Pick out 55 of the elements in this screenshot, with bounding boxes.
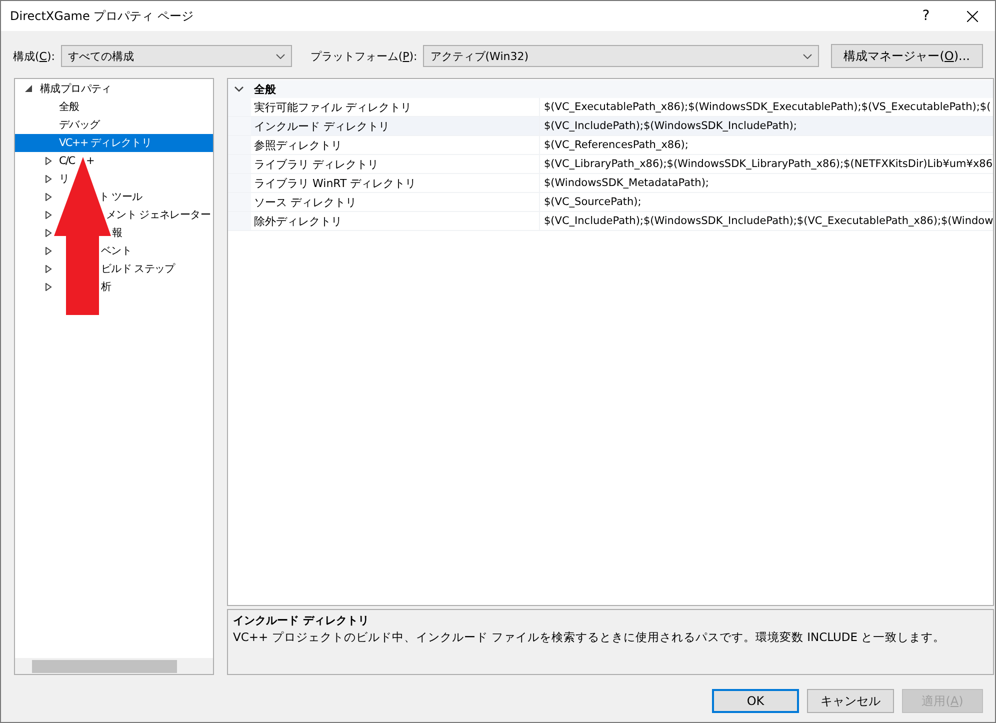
description-text: VC++ プロジェクトのビルド中、インクルード ファイルを検索するときに使用されるパスです。環境変数 INCLUDE と一致します。: [233, 630, 946, 645]
collapsed-triangle-icon[interactable]: [45, 211, 52, 219]
property-value[interactable]: $(VC_IncludePath);$(WindowsSDK_IncludePath);: [539, 117, 994, 135]
configuration-dropdown[interactable]: すべての構成: [60, 45, 292, 67]
chevron-icon[interactable]: [234, 86, 244, 92]
close-icon: [966, 10, 978, 22]
property-value[interactable]: $(VC_LibraryPath_x86);$(WindowsSDK_LibraryPath_x86);$(NETFXKitsDir)Lib¥um¥x86: [539, 155, 994, 173]
tree-item[interactable]: C/C +: [15, 152, 213, 170]
category-label: 全般: [254, 82, 276, 96]
tree-item-text: 構成プロパティ: [40, 82, 112, 96]
collapsed-triangle-icon[interactable]: [45, 229, 52, 237]
collapsed-triangle-icon[interactable]: [45, 265, 52, 273]
collapsed-triangle-icon[interactable]: [45, 175, 52, 183]
configuration-label: 構成(C):: [13, 48, 55, 64]
tree-item-text: ビルド ステップ: [101, 262, 175, 276]
dropdown-caret-icon: [276, 54, 286, 58]
tree-item-text: VC++ ディレクトリ: [59, 136, 152, 150]
tree-item[interactable]: リ: [15, 170, 213, 188]
dialog-button[interactable]: キャンセル: [807, 689, 894, 713]
property-name[interactable]: インクルード ディレクトリ: [251, 117, 539, 135]
category-row[interactable]: 全般: [228, 80, 994, 98]
tree-item-text: ト ツール: [99, 190, 142, 204]
platform-dropdown[interactable]: アクティブ(Win32): [423, 45, 819, 67]
tree-item[interactable]: 構成プロパティ: [15, 80, 213, 98]
tree-item-text: メント ジェネレーター: [106, 208, 211, 222]
expanded-triangle-icon[interactable]: [25, 85, 32, 93]
tree-item[interactable]: VC++ ディレクトリ: [15, 134, 213, 152]
tree-item-text: +: [86, 155, 94, 167]
tree-item-text: 報: [112, 226, 122, 240]
horizontal-scrollbar[interactable]: [15, 658, 213, 674]
dropdown-caret-icon: [802, 54, 812, 58]
tree-item[interactable]: 全般: [15, 98, 213, 116]
platform-label: プラットフォーム(P):: [310, 48, 418, 64]
tree-item[interactable]: ベント: [15, 242, 213, 260]
property-value[interactable]: $(VC_IncludePath);$(WindowsSDK_IncludePath);$(VC_ExecutablePath_x86);$(Window: [539, 212, 994, 230]
tree-item-text: 全般: [59, 100, 80, 114]
collapsed-triangle-icon[interactable]: [45, 157, 52, 165]
dialog-button[interactable]: OK: [712, 689, 799, 713]
tree-item[interactable]: 報: [15, 224, 213, 242]
collapsed-triangle-icon[interactable]: [45, 283, 52, 291]
collapsed-triangle-icon[interactable]: [45, 193, 52, 201]
tree-item[interactable]: 析: [15, 278, 213, 296]
tree-item[interactable]: デバッグ: [15, 116, 213, 134]
tree-item-text: ベント: [101, 244, 132, 258]
tree-item[interactable]: メント ジェネレーター: [15, 206, 213, 224]
tree-item-text: 析: [101, 280, 112, 294]
collapsed-triangle-icon[interactable]: [45, 247, 52, 255]
tree-item-text: デバッグ: [59, 118, 100, 132]
tree-item-text: C/C: [59, 155, 75, 167]
tree-item-text: リ: [59, 172, 70, 186]
configuration-manager-button[interactable]: 構成マネージャー(O)...: [830, 44, 983, 68]
tree-item[interactable]: ビルド ステップ: [15, 260, 213, 278]
window-title: DirectXGame プロパティ ページ: [10, 8, 195, 24]
tree-item[interactable]: ト ツール: [15, 188, 213, 206]
description-title: インクルード ディレクトリ: [233, 613, 370, 628]
